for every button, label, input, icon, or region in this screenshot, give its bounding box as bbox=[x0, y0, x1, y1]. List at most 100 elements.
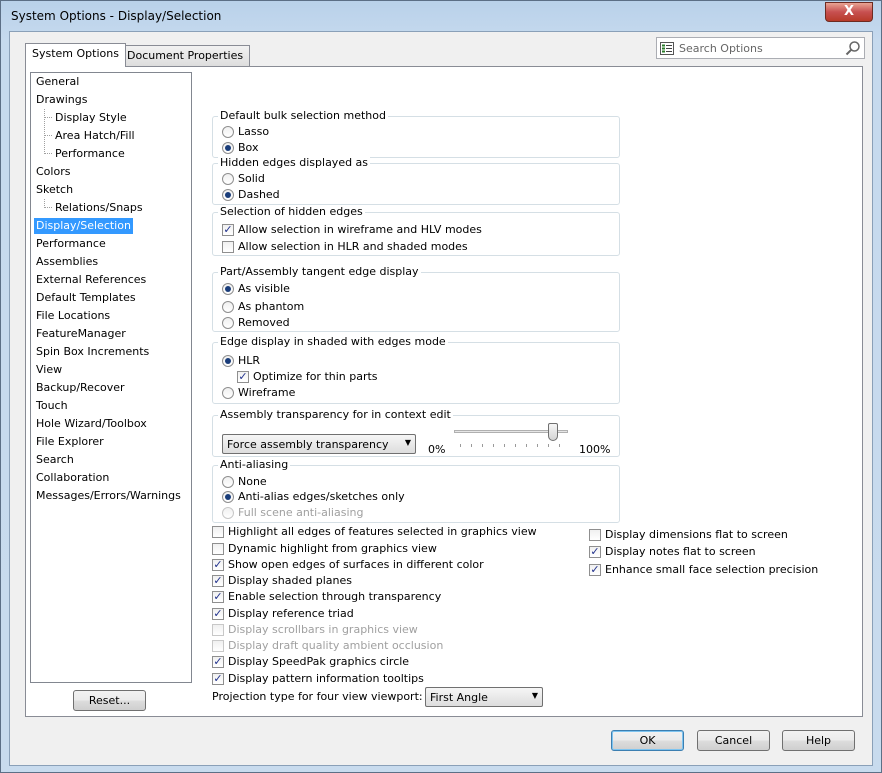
tree-item-hole-wizard-toolbox[interactable]: Hole Wizard/Toolbox bbox=[34, 416, 149, 432]
selection-hidden-edges-group: Selection of hidden edges ✓ Allow selecti… bbox=[212, 205, 620, 256]
tree-item-general[interactable]: General bbox=[34, 74, 81, 90]
edge-display-shaded-group: Edge display in shaded with edges mode H… bbox=[212, 335, 620, 404]
tree-item-display-selection[interactable]: Display/Selection bbox=[34, 218, 133, 234]
tree-item-touch[interactable]: Touch bbox=[34, 398, 70, 414]
radio-label: Full scene anti-aliasing bbox=[238, 506, 364, 519]
slider-tick bbox=[493, 444, 494, 447]
radio-button[interactable] bbox=[222, 491, 234, 503]
checkbox-label: Dynamic highlight from graphics view bbox=[228, 542, 437, 555]
system-options-panel: General Drawings Display Style Area Hatc… bbox=[25, 66, 863, 717]
checkbox[interactable] bbox=[589, 529, 601, 541]
checkbox-label: Show open edges of surfaces in different… bbox=[228, 558, 484, 571]
radio-label: HLR bbox=[238, 354, 261, 367]
radio-label: Removed bbox=[238, 316, 290, 329]
checkbox[interactable]: ✓ bbox=[589, 546, 601, 558]
tree-item-external-references[interactable]: External References bbox=[34, 272, 148, 288]
checkbox[interactable]: ✓ bbox=[212, 656, 224, 668]
search-icon[interactable] bbox=[845, 40, 861, 56]
tangent-edge-group: Part/Assembly tangent edge display As vi… bbox=[212, 265, 620, 332]
tree-item-default-templates[interactable]: Default Templates bbox=[34, 290, 138, 306]
tree-item-messages-errors-warnings[interactable]: Messages/Errors/Warnings bbox=[34, 488, 183, 504]
tree-connector bbox=[44, 117, 52, 118]
slider-tick bbox=[504, 444, 505, 447]
radio-button[interactable] bbox=[222, 173, 234, 185]
tree-item-spin-box-increments[interactable]: Spin Box Increments bbox=[34, 344, 151, 360]
options-tree[interactable]: General Drawings Display Style Area Hatc… bbox=[30, 72, 192, 683]
tree-item-file-explorer[interactable]: File Explorer bbox=[34, 434, 106, 450]
group-title: Edge display in shaded with edges mode bbox=[218, 335, 448, 348]
checkbox-label: Display reference triad bbox=[228, 607, 354, 620]
tree-item-sketch[interactable]: Sketch bbox=[34, 182, 75, 198]
tree-item-backup-recover[interactable]: Backup/Recover bbox=[34, 380, 127, 396]
tree-item-colors[interactable]: Colors bbox=[34, 164, 72, 180]
checkbox[interactable]: ✓ bbox=[212, 591, 224, 603]
radio-button[interactable] bbox=[222, 301, 234, 313]
reset-button[interactable]: Reset... bbox=[73, 690, 146, 711]
radio-button[interactable] bbox=[222, 387, 234, 399]
tree-item-relations-snaps[interactable]: Relations/Snaps bbox=[53, 200, 145, 216]
projection-type-combo[interactable]: First Angle ▼ bbox=[425, 687, 543, 707]
combo-value: First Angle bbox=[430, 691, 488, 704]
checkbox[interactable] bbox=[212, 526, 224, 538]
checkbox[interactable]: ✓ bbox=[212, 673, 224, 685]
slider-tick bbox=[526, 444, 527, 447]
checkbox[interactable]: ✓ bbox=[222, 224, 234, 236]
transparency-slider-thumb[interactable] bbox=[548, 423, 558, 441]
help-button[interactable]: Help bbox=[782, 730, 855, 751]
tree-item-drawings-performance[interactable]: Performance bbox=[53, 146, 127, 162]
window-title: System Options - Display/Selection bbox=[11, 9, 222, 23]
hidden-edges-group: Hidden edges displayed as Solid Dashed bbox=[212, 156, 620, 205]
tree-item-drawings[interactable]: Drawings bbox=[34, 92, 89, 108]
tree-connector bbox=[44, 109, 45, 154]
slider-tick bbox=[548, 444, 549, 447]
checkbox[interactable]: ✓ bbox=[237, 371, 249, 383]
tree-item-featuremanager[interactable]: FeatureManager bbox=[34, 326, 128, 342]
radio-button[interactable] bbox=[222, 126, 234, 138]
radio-label: As visible bbox=[238, 282, 290, 295]
radio-button[interactable] bbox=[222, 476, 234, 488]
checkbox-label: Allow selection in wireframe and HLV mod… bbox=[238, 223, 482, 236]
tree-item-view[interactable]: View bbox=[34, 362, 64, 378]
radio-button[interactable] bbox=[222, 317, 234, 329]
search-options-input[interactable]: Search Options bbox=[656, 37, 865, 59]
radio-button[interactable] bbox=[222, 283, 234, 295]
radio-label: None bbox=[238, 475, 267, 488]
tree-item-area-hatch-fill[interactable]: Area Hatch/Fill bbox=[53, 128, 137, 144]
checkbox-label: Display draft quality ambient occlusion bbox=[228, 639, 444, 652]
slider-tick bbox=[482, 444, 483, 447]
slider-tick bbox=[460, 444, 461, 447]
group-title: Hidden edges displayed as bbox=[218, 156, 371, 169]
options-list-icon bbox=[660, 42, 674, 55]
checkbox-label: Enable selection through transparency bbox=[228, 590, 442, 603]
checkbox[interactable]: ✓ bbox=[589, 564, 601, 576]
radio-label: Dashed bbox=[238, 188, 280, 201]
tab-document-properties[interactable]: Document Properties bbox=[120, 45, 251, 67]
slider-tick bbox=[515, 444, 516, 447]
group-title: Part/Assembly tangent edge display bbox=[218, 265, 421, 278]
tree-item-file-locations[interactable]: File Locations bbox=[34, 308, 112, 324]
chevron-down-icon: ▼ bbox=[404, 438, 411, 447]
ok-button[interactable]: OK bbox=[611, 730, 684, 751]
close-button[interactable]: X bbox=[825, 2, 873, 22]
options-dialog: System Options - Display/Selection X Sys… bbox=[0, 0, 882, 773]
tree-item-performance[interactable]: Performance bbox=[34, 236, 108, 252]
checkbox[interactable]: ✓ bbox=[212, 575, 224, 587]
checkbox[interactable]: ✓ bbox=[212, 608, 224, 620]
checkbox bbox=[212, 640, 224, 652]
transparency-mode-combo[interactable]: Force assembly transparency ▼ bbox=[222, 434, 416, 454]
tree-item-display-style[interactable]: Display Style bbox=[53, 110, 129, 126]
close-icon: X bbox=[843, 4, 855, 19]
radio-button[interactable] bbox=[222, 355, 234, 367]
radio-button[interactable] bbox=[222, 142, 234, 154]
group-title: Selection of hidden edges bbox=[218, 205, 365, 218]
checkbox[interactable]: ✓ bbox=[212, 559, 224, 571]
tree-item-search[interactable]: Search bbox=[34, 452, 76, 468]
assembly-transparency-group: Assembly transparency for in context edi… bbox=[212, 408, 620, 457]
tab-system-options[interactable]: System Options bbox=[25, 43, 126, 67]
tree-item-collaboration[interactable]: Collaboration bbox=[34, 470, 111, 486]
checkbox[interactable] bbox=[222, 241, 234, 253]
tree-item-assemblies[interactable]: Assemblies bbox=[34, 254, 100, 270]
cancel-button[interactable]: Cancel bbox=[697, 730, 770, 751]
checkbox[interactable] bbox=[212, 543, 224, 555]
radio-button[interactable] bbox=[222, 189, 234, 201]
